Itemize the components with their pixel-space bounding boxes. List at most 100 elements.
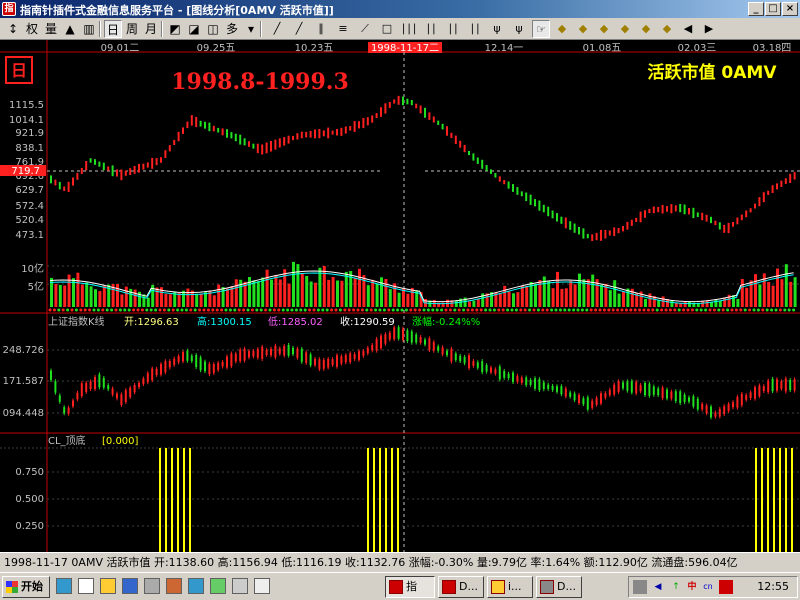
multi-icon[interactable]: 多 bbox=[223, 20, 241, 38]
index-candle bbox=[441, 347, 444, 355]
draw-tool-19-icon[interactable]: ◀ bbox=[679, 20, 697, 38]
draw-tool-10-icon[interactable]: ψ bbox=[488, 20, 506, 38]
volume-dot bbox=[171, 308, 175, 312]
chart-area[interactable]: 日 09.01二 09.25五 10.23五 12.14一 01.08五 02.03三 03.… bbox=[0, 40, 800, 552]
cursor-icon[interactable]: ↕ bbox=[4, 20, 22, 38]
browser-icon[interactable] bbox=[188, 578, 204, 594]
volume-bar bbox=[789, 281, 793, 307]
weight-icon[interactable]: 权 bbox=[23, 20, 41, 38]
price-candle bbox=[714, 220, 717, 226]
draw-tool-7-icon[interactable]: ∣∣ bbox=[422, 20, 440, 38]
week-icon[interactable]: 周 bbox=[123, 20, 141, 38]
index-candle bbox=[410, 331, 413, 343]
draw-tool-1-icon[interactable]: ╱ bbox=[290, 20, 308, 38]
start-button[interactable]: 开始 bbox=[2, 576, 50, 598]
price-candle bbox=[116, 169, 118, 177]
volume-icon[interactable]: 量 bbox=[42, 20, 60, 38]
index-candle bbox=[648, 383, 651, 396]
pen-icon[interactable] bbox=[144, 578, 160, 594]
price-candle bbox=[314, 129, 316, 139]
volume-dot bbox=[704, 308, 708, 312]
volume-dot bbox=[602, 308, 606, 312]
date-tick-label: 02.03三 bbox=[678, 43, 717, 54]
volume-dot bbox=[585, 308, 589, 312]
volume-dot bbox=[607, 308, 611, 312]
month-icon[interactable]: 月 bbox=[142, 20, 160, 38]
dropdown-icon[interactable]: ▾ bbox=[242, 20, 260, 38]
draw-tool-0-icon[interactable]: ╱ bbox=[268, 20, 286, 38]
folder-icon[interactable] bbox=[100, 578, 116, 594]
index-candle bbox=[380, 335, 382, 349]
title-bar[interactable]: 指 指南针插件式金融信息服务平台 - [图线分析[0AMV 活跃市值]] _ □… bbox=[0, 0, 800, 18]
task-button-1[interactable]: 指 bbox=[385, 576, 435, 598]
price-candle bbox=[463, 144, 466, 153]
close-button[interactable]: × bbox=[782, 2, 798, 16]
speaker-icon[interactable] bbox=[633, 580, 647, 594]
draw-tool-18-icon[interactable]: ◆ bbox=[658, 20, 676, 38]
index-candle bbox=[204, 361, 206, 372]
day-icon[interactable]: 日 bbox=[104, 20, 122, 38]
word-icon[interactable] bbox=[122, 578, 138, 594]
window-icon[interactable] bbox=[254, 578, 270, 594]
volume-dot bbox=[79, 308, 83, 312]
price-candle bbox=[520, 191, 523, 197]
draw-tool-14-icon[interactable]: ◆ bbox=[574, 20, 592, 38]
app-icon[interactable] bbox=[210, 578, 226, 594]
volume-dot bbox=[761, 308, 765, 312]
ime-icon[interactable]: 中 bbox=[685, 580, 699, 594]
volume-bar bbox=[146, 297, 150, 307]
draw-tool-2-icon[interactable]: ∥ bbox=[312, 20, 330, 38]
task-button-4[interactable]: D... bbox=[536, 576, 582, 598]
index-candle bbox=[569, 392, 572, 397]
media-icon[interactable] bbox=[166, 578, 182, 594]
index-candle bbox=[366, 347, 369, 354]
cl-tick: 0.750 bbox=[15, 467, 44, 478]
draw-tool-6-icon[interactable]: ∣∣∣ bbox=[400, 20, 418, 38]
volume-dot bbox=[378, 308, 382, 312]
ie-icon[interactable] bbox=[56, 578, 72, 594]
layout3-icon[interactable]: ◫ bbox=[204, 20, 222, 38]
draw-tool-11-icon[interactable]: ψ bbox=[510, 20, 528, 38]
maximize-button[interactable]: □ bbox=[765, 2, 781, 16]
desktop-icon[interactable] bbox=[78, 578, 94, 594]
draw-tool-20-icon[interactable]: ▶ bbox=[700, 20, 718, 38]
task-button-2[interactable]: D... bbox=[438, 576, 484, 598]
price-candle bbox=[613, 227, 616, 237]
layout-icon[interactable]: ◩ bbox=[166, 20, 184, 38]
app-icon[interactable]: 指 bbox=[2, 2, 16, 16]
price-candle bbox=[771, 185, 774, 193]
minimize-button[interactable]: _ bbox=[748, 2, 764, 16]
price-candle bbox=[762, 192, 765, 203]
index-candle bbox=[542, 382, 545, 390]
volume-dot bbox=[501, 308, 505, 312]
index-candle bbox=[710, 406, 712, 418]
volume-dot bbox=[215, 308, 219, 312]
draw-tool-13-icon[interactable]: ◆ bbox=[553, 20, 571, 38]
draw-tool-9-icon[interactable]: ∣∣ bbox=[466, 20, 484, 38]
volume-dot bbox=[598, 308, 602, 312]
price-candle bbox=[186, 121, 189, 129]
calc-icon[interactable] bbox=[232, 578, 248, 594]
volume-dot bbox=[708, 308, 712, 312]
lock-icon[interactable]: ▲ bbox=[61, 20, 79, 38]
bars-icon[interactable]: ▥ bbox=[80, 20, 98, 38]
volume-icon[interactable]: ◀ bbox=[651, 580, 665, 594]
price-candle bbox=[155, 158, 158, 166]
volume-bar bbox=[292, 261, 295, 307]
draw-tool-5-icon[interactable]: □ bbox=[378, 20, 396, 38]
volume-bar bbox=[287, 283, 291, 307]
draw-tool-4-icon[interactable]: ⟋ bbox=[356, 20, 374, 38]
network-icon[interactable]: ↑ bbox=[669, 580, 683, 594]
draw-tool-3-icon[interactable]: ≡ bbox=[334, 20, 352, 38]
indicator-name: 活跃市值 0AMV bbox=[648, 62, 778, 83]
draw-tool-15-icon[interactable]: ◆ bbox=[595, 20, 613, 38]
task-button-3[interactable]: i... bbox=[487, 576, 533, 598]
draw-tool-16-icon[interactable]: ◆ bbox=[616, 20, 634, 38]
tray-app-icon[interactable] bbox=[719, 580, 733, 594]
layout2-icon[interactable]: ◪ bbox=[185, 20, 203, 38]
lang-icon[interactable]: cn bbox=[701, 580, 715, 594]
draw-tool-8-icon[interactable]: ∣∣ bbox=[444, 20, 462, 38]
index-candle bbox=[58, 395, 61, 402]
draw-tool-12-icon[interactable]: ☞ bbox=[532, 20, 550, 38]
draw-tool-17-icon[interactable]: ◆ bbox=[637, 20, 655, 38]
